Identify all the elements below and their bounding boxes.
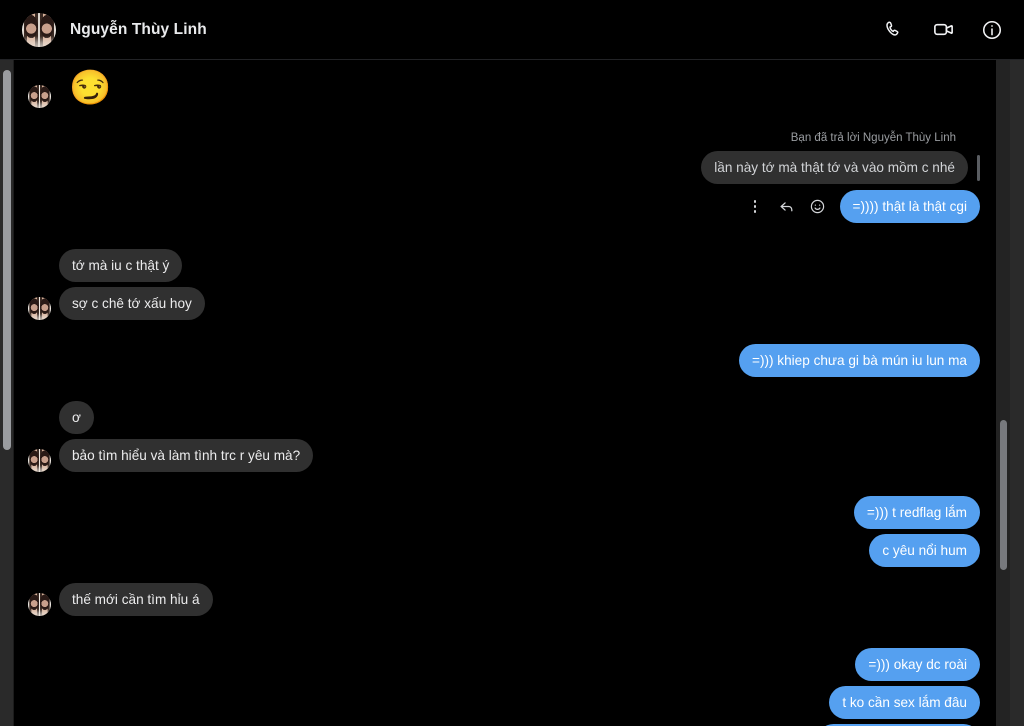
avatar-image xyxy=(28,593,51,616)
message-bubble[interactable]: =))) okay dc roài xyxy=(855,648,980,681)
voice-call-icon[interactable] xyxy=(882,18,906,42)
message-bubble[interactable]: ơ xyxy=(59,401,94,434)
quoted-message-row: lần này tớ mà thật tớ và vào mồm c nhé xyxy=(28,151,980,184)
quote-marker xyxy=(977,154,980,181)
message-avatar[interactable] xyxy=(28,449,51,472)
message-bubble[interactable]: thế mới cần tìm hỉu á xyxy=(59,583,213,616)
message-group-row: ơ bảo tìm hiểu và làm tình trc r yêu mà? xyxy=(28,401,980,472)
messenger-conversation-window: Nguyễn Thùy Linh 😏 Bạn đã trả lời Nguyễn… xyxy=(0,0,1024,726)
reply-context-label: Bạn đã trả lời Nguyễn Thùy Linh xyxy=(790,132,956,144)
message-hover-actions: =)))) thật là thật cgi xyxy=(28,190,980,223)
messages-scroll-area[interactable]: 😏 Bạn đã trả lời Nguyễn Thùy Linh lần nà… xyxy=(0,60,1024,726)
message-group: tớ mà iu c thật ý sợ c chê tớ xấu hoy xyxy=(59,249,205,320)
header-actions xyxy=(882,18,1004,42)
avatar-image xyxy=(28,85,51,108)
message-group-row: thế mới cần tìm hỉu á xyxy=(28,583,980,616)
message-bubble[interactable]: c yêu nổi hum xyxy=(869,534,980,567)
message-bubble[interactable]: =))) t redflag lắm xyxy=(853,496,980,529)
message-group: =))) t redflag lắm c yêu nổi hum xyxy=(853,496,980,567)
react-emoji-icon[interactable] xyxy=(809,198,826,215)
conversation-scrollbar[interactable] xyxy=(996,60,1010,726)
message-group-row: tớ mà iu c thật ý sợ c chê tớ xấu hoy xyxy=(28,249,980,320)
avatar-image xyxy=(28,449,51,472)
message-group: =))) khiep chưa gi bà mún iu lun ma xyxy=(739,344,980,377)
message-bubble[interactable]: bảo tìm hiểu và làm tình trc r yêu mà? xyxy=(59,439,314,472)
message-group-row: =))) okay dc roài t ko cần sex lắm đâu c… xyxy=(28,648,980,726)
contact-avatar[interactable] xyxy=(22,12,56,47)
contact-name: Nguyễn Thùy Linh xyxy=(70,20,207,38)
reply-icon[interactable] xyxy=(778,198,795,215)
message-bubble[interactable]: =))) khiep chưa gi bà mún iu lun ma xyxy=(739,344,980,377)
conversation-header: Nguyễn Thùy Linh xyxy=(0,0,1024,60)
quoted-message-bubble[interactable]: lần này tớ mà thật tớ và vào mồm c nhé xyxy=(701,151,968,184)
avatar-image xyxy=(28,297,51,320)
messages-list: 😏 Bạn đã trả lời Nguyễn Thùy Linh lần nà… xyxy=(14,60,1010,726)
message-avatar[interactable] xyxy=(28,593,51,616)
message-row-emoji: 😏 xyxy=(28,68,980,108)
message-bubble[interactable]: t ko cần sex lắm đâu xyxy=(829,686,980,719)
emoji-message[interactable]: 😏 xyxy=(59,68,115,108)
message-group: =))) okay dc roài t ko cần sex lắm đâu c… xyxy=(817,648,980,726)
avatar-image xyxy=(22,12,56,47)
conversation-info-icon[interactable] xyxy=(980,18,1004,42)
reply-message-bubble[interactable]: =)))) thật là thật cgi xyxy=(839,190,980,223)
outer-page-scrollbar-right[interactable] xyxy=(1010,60,1024,726)
conversation-scrollbar-thumb[interactable] xyxy=(1000,420,1007,570)
message-group-row: =))) t redflag lắm c yêu nổi hum xyxy=(28,496,980,567)
message-bubble[interactable]: tớ mà iu c thật ý xyxy=(59,249,183,282)
more-options-icon[interactable] xyxy=(747,198,764,215)
header-contact[interactable]: Nguyễn Thùy Linh xyxy=(22,12,882,47)
outer-page-scrollbar[interactable] xyxy=(0,60,14,726)
outer-scrollbar-thumb[interactable] xyxy=(3,70,11,450)
message-avatar[interactable] xyxy=(28,85,51,108)
message-group: thế mới cần tìm hỉu á xyxy=(59,583,213,616)
message-bubble[interactable]: sợ c chê tớ xấu hoy xyxy=(59,287,205,320)
message-group: ơ bảo tìm hiểu và làm tình trc r yêu mà? xyxy=(59,401,314,472)
message-avatar[interactable] xyxy=(28,297,51,320)
message-group-row: =))) khiep chưa gi bà mún iu lun ma xyxy=(28,344,980,377)
video-call-icon[interactable] xyxy=(931,18,955,42)
